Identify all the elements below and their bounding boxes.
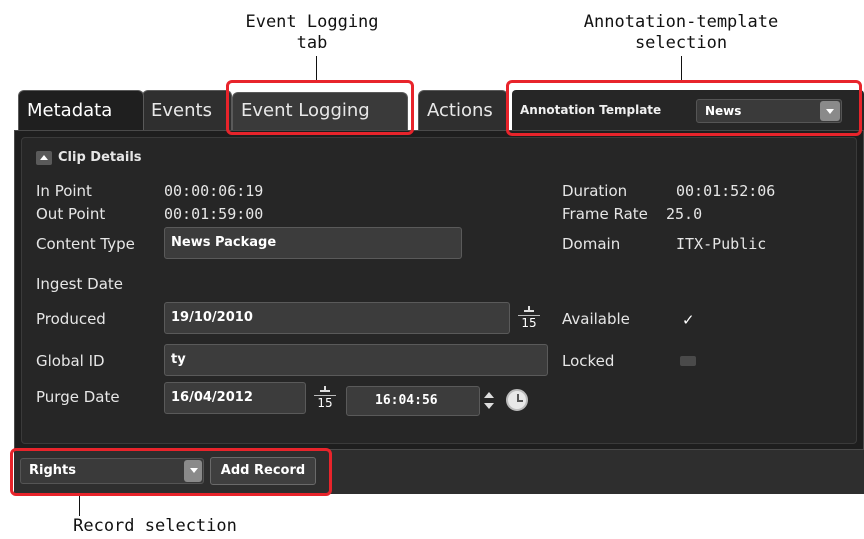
purge-date-label: Purge Date <box>36 388 120 406</box>
out-point-value: 00:01:59:00 <box>164 205 264 223</box>
clock-icon[interactable] <box>506 389 528 411</box>
record-callout-pointer <box>79 496 80 516</box>
in-point-value: 00:00:06:19 <box>164 182 264 200</box>
spin-up-icon[interactable] <box>484 392 494 398</box>
annotation-template-value: News <box>705 104 742 118</box>
event-logging-callout: Event Logging tab <box>222 12 402 54</box>
tab-metadata-label: Metadata <box>27 100 113 121</box>
out-point-label: Out Point <box>36 205 106 223</box>
content-type-field[interactable]: News Package <box>164 227 462 259</box>
annotation-template-label: Annotation Template <box>520 103 662 117</box>
annotation-callout-line2: selection <box>634 33 728 53</box>
available-checkbox[interactable]: ✓ <box>680 311 696 329</box>
produced-calendar-day: 15 <box>518 315 540 331</box>
checkmark-icon: ✓ <box>682 311 695 329</box>
clip-details-header[interactable]: Clip Details <box>36 150 142 165</box>
purge-time-value: 16:04:56 <box>375 393 438 408</box>
annotation-callout-pointer <box>681 56 682 80</box>
produced-calendar-icon[interactable]: 15 <box>518 306 540 332</box>
produced-label: Produced <box>36 310 106 328</box>
event-logging-callout-line2: tab <box>296 33 328 53</box>
record-callout: Record selection <box>60 516 250 537</box>
frame-rate-label: Frame Rate <box>562 205 648 223</box>
annotation-callout-line1: Annotation-template <box>583 12 779 32</box>
record-select-value: Rights <box>29 463 76 478</box>
global-id-field[interactable]: ty <box>164 344 548 376</box>
content-type-value: News Package <box>171 235 277 250</box>
calendar-bar <box>524 310 534 312</box>
content-type-label: Content Type <box>36 235 135 253</box>
purge-date-field[interactable]: 16/04/2012 <box>164 382 306 414</box>
purge-time-field[interactable]: 16:04:56 <box>346 386 480 416</box>
tab-metadata[interactable]: Metadata <box>18 90 144 130</box>
produced-value: 19/10/2010 <box>171 310 253 325</box>
domain-label: Domain <box>562 235 621 253</box>
global-id-label: Global ID <box>36 352 105 370</box>
spin-down-icon[interactable] <box>484 403 494 409</box>
tab-event-logging[interactable]: Event Logging <box>232 92 408 130</box>
chevron-down-icon[interactable] <box>820 101 840 121</box>
event-logging-callout-pointer <box>316 56 317 80</box>
ingest-date-label: Ingest Date <box>36 275 123 293</box>
locked-checkbox[interactable] <box>680 356 696 366</box>
available-label: Available <box>562 310 630 328</box>
annotation-template-select[interactable]: News <box>696 99 842 123</box>
record-callout-text: Record selection <box>73 516 237 536</box>
collapse-chevron-icon[interactable] <box>36 150 52 165</box>
duration-value: 00:01:52:06 <box>676 182 776 200</box>
frame-rate-value: 25.0 <box>666 205 703 223</box>
purge-date-value: 16/04/2012 <box>171 390 253 405</box>
chevron-down-icon[interactable] <box>184 460 202 482</box>
tab-content: Clip Details In Point 00:00:06:19 Out Po… <box>14 130 864 450</box>
clip-details-section: Clip Details In Point 00:00:06:19 Out Po… <box>21 137 857 444</box>
tab-event-logging-label: Event Logging <box>241 100 370 121</box>
tab-bar: Metadata Events Event Logging Actions An… <box>14 84 864 130</box>
in-point-label: In Point <box>36 182 92 200</box>
tab-events[interactable]: Events <box>142 90 232 130</box>
record-select[interactable]: Rights <box>20 458 204 484</box>
locked-label: Locked <box>562 352 615 370</box>
produced-field[interactable]: 19/10/2010 <box>164 302 510 334</box>
record-toolbar: Rights Add Record <box>14 450 864 494</box>
time-spinner-icon[interactable] <box>482 389 496 413</box>
calendar-bar <box>320 390 330 392</box>
add-record-button[interactable]: Add Record <box>210 457 316 485</box>
global-id-value: ty <box>171 352 186 367</box>
tab-actions[interactable]: Actions <box>418 90 508 130</box>
annotation-callout: Annotation-template selection <box>566 12 796 54</box>
tab-actions-label: Actions <box>427 100 493 121</box>
purge-calendar-day: 15 <box>314 395 336 411</box>
clip-details-title: Clip Details <box>58 150 142 165</box>
tab-events-label: Events <box>151 100 212 121</box>
metadata-panel: Metadata Events Event Logging Actions An… <box>14 84 864 494</box>
purge-calendar-icon[interactable]: 15 <box>314 386 336 412</box>
event-logging-callout-line1: Event Logging <box>245 12 379 32</box>
annotation-template-area: Annotation Template News <box>512 90 864 130</box>
duration-label: Duration <box>562 182 628 200</box>
domain-value: ITX-Public <box>676 235 767 253</box>
